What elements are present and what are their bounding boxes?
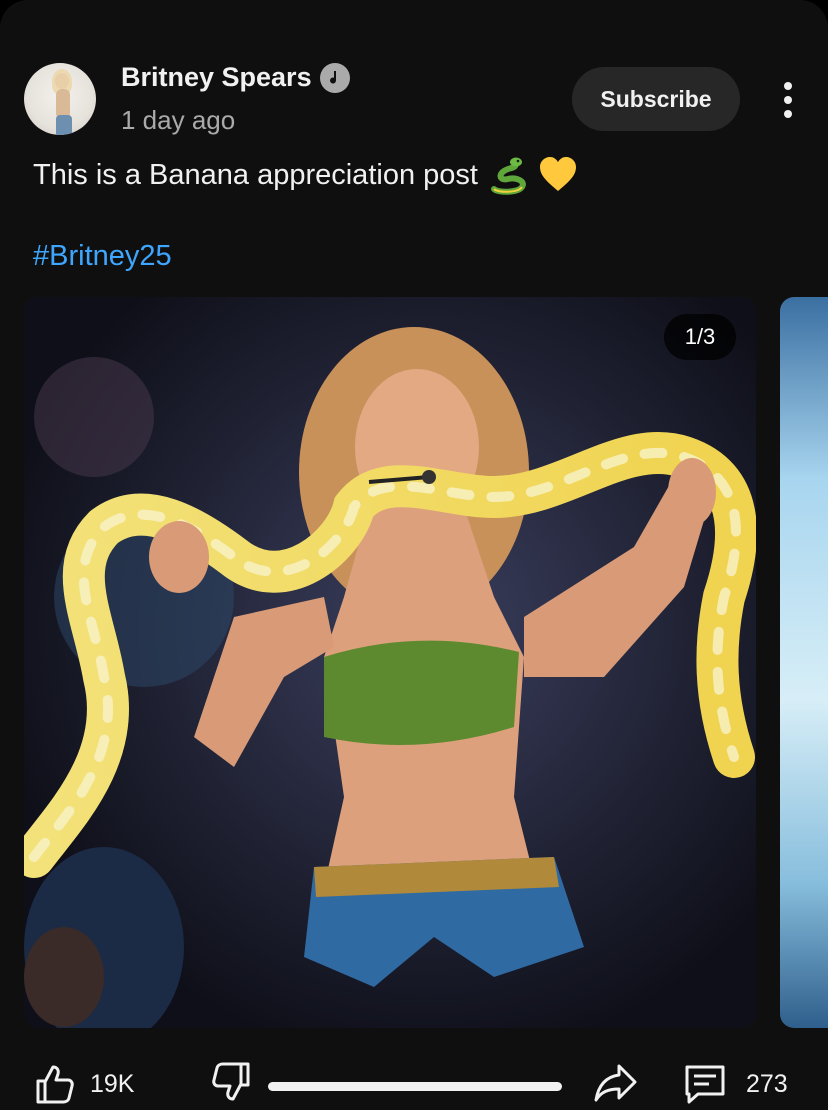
post-text: This is a Banana appreciation post bbox=[33, 155, 578, 195]
snake-emoji-icon bbox=[490, 157, 526, 195]
like-count: 19K bbox=[90, 1069, 135, 1098]
more-options-icon[interactable] bbox=[770, 78, 806, 122]
channel-name-label: Britney Spears bbox=[121, 62, 312, 92]
hashtag-link[interactable]: #Britney25 bbox=[33, 240, 172, 273]
comment-icon bbox=[685, 1065, 725, 1104]
comments-button[interactable]: 273 bbox=[682, 1060, 788, 1108]
like-button[interactable]: 19K bbox=[32, 1060, 134, 1108]
next-post-image-preview[interactable] bbox=[780, 297, 828, 1028]
thumbs-up-icon bbox=[36, 1065, 74, 1104]
thumbs-down-icon bbox=[212, 1062, 250, 1101]
channel-avatar[interactable] bbox=[24, 63, 96, 135]
image-page-indicator: 1/3 bbox=[664, 314, 736, 360]
performer-with-python-photo bbox=[24, 297, 756, 1028]
comment-count: 273 bbox=[746, 1069, 788, 1098]
post-text-body: This is a Banana appreciation post bbox=[33, 158, 478, 191]
dislike-button[interactable] bbox=[210, 1060, 258, 1108]
verified-music-icon bbox=[319, 62, 350, 93]
yellow-heart-emoji-icon bbox=[539, 157, 576, 191]
share-button[interactable] bbox=[593, 1060, 641, 1108]
channel-name[interactable]: Britney Spears bbox=[121, 62, 350, 93]
subscribe-button[interactable]: Subscribe bbox=[572, 67, 740, 131]
post-image[interactable] bbox=[24, 297, 756, 1028]
post-time: 1 day ago bbox=[121, 105, 236, 135]
share-icon bbox=[594, 1064, 637, 1102]
scroll-indicator-bar bbox=[268, 1082, 562, 1091]
community-post-card: Britney Spears 1 day ago Subscribe This … bbox=[0, 0, 828, 1110]
